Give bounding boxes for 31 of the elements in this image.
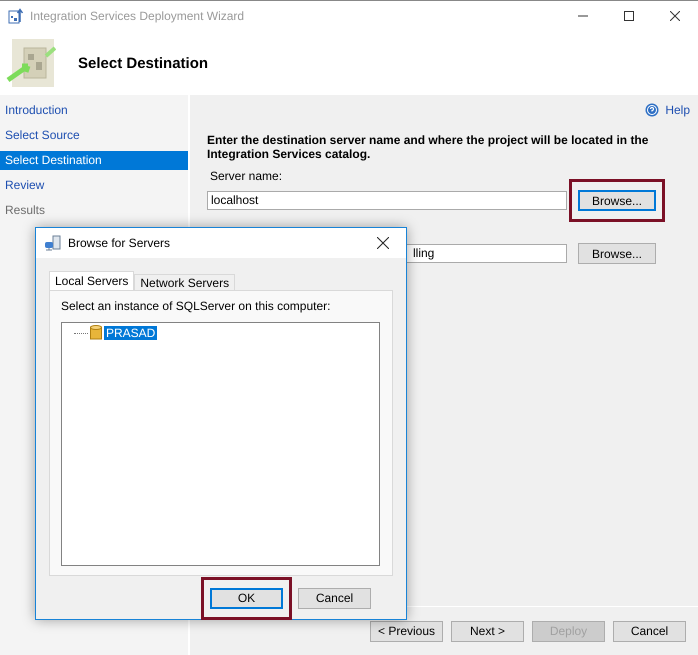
text-field[interactable]: localhost (207, 191, 567, 210)
wizard-button[interactable]: < Previous (370, 620, 443, 642)
field-label: Server name: (210, 169, 282, 183)
help-link[interactable]: Help (645, 103, 690, 117)
tab[interactable]: Network Servers (134, 274, 236, 290)
browse-button[interactable]: Browse... (578, 243, 656, 264)
prompt-text: Select an instance of SQLServer on this computer: (61, 299, 330, 313)
app-icon (8, 8, 24, 24)
maximize-icon (624, 11, 634, 21)
dialog-button[interactable]: Cancel (298, 588, 371, 608)
dialog-button[interactable]: OK (210, 588, 283, 608)
close-icon (670, 11, 680, 21)
wizard-button[interactable]: Cancel (613, 620, 686, 642)
wizard-icon (6, 38, 56, 88)
wizard-button[interactable]: Next > (451, 620, 524, 642)
servers-icon (44, 235, 62, 251)
page-title: Select Destination (78, 54, 208, 72)
database-icon (90, 325, 102, 341)
close-icon (377, 237, 389, 249)
wizard-step[interactable]: Select Destination (0, 151, 188, 170)
wizard-step[interactable]: Review (0, 176, 188, 195)
wizard-step[interactable]: Select Source (0, 126, 188, 145)
tree-item[interactable]: PRASAD (104, 326, 158, 340)
wizard-step[interactable]: Introduction (0, 101, 188, 120)
server-list[interactable]: PRASAD (61, 322, 380, 566)
dialog-title: Browse for Servers (68, 236, 172, 250)
tab[interactable]: Local Servers (49, 271, 134, 290)
window-title: Integration Services Deployment Wizard (30, 9, 246, 23)
instruction-text: Enter the destination server name and where the project will be located in the Integration Services catalog. (207, 133, 650, 161)
browse-button[interactable]: Browse... (578, 190, 656, 211)
help-icon (645, 103, 660, 117)
